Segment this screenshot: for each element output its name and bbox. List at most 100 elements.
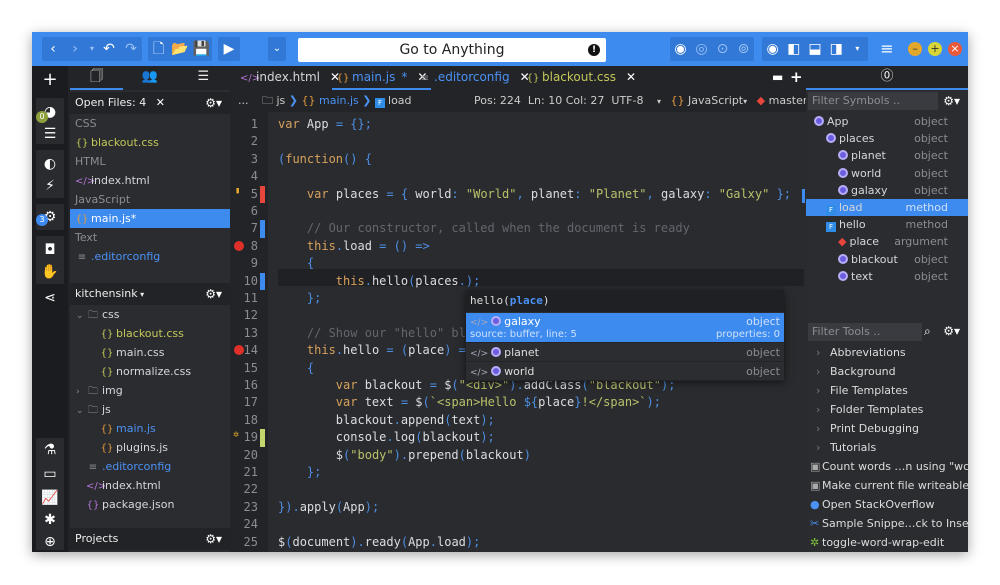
projects-label[interactable]: Projects [75, 532, 118, 545]
code-line[interactable]: // Our constructor, called when the docu… [278, 220, 690, 237]
encoding-dropdown-icon[interactable]: ▾ [657, 97, 661, 106]
lightning-icon[interactable]: ⚡ [36, 176, 64, 196]
breadcrumb-ellipsis[interactable]: ... [238, 94, 249, 107]
toolbox-item[interactable]: ✂ Sample Snippe…ck to Insert [806, 514, 968, 533]
code-line[interactable]: $("body").prepend(blackout) [278, 447, 531, 464]
tree-item[interactable]: {} normalize.css [70, 362, 230, 381]
new-tab-icon[interactable]: + [790, 68, 803, 86]
open-folder-icon[interactable]: 📂 [169, 37, 190, 61]
tab-blackoutcss[interactable]: {} blackout.css ✕ [522, 66, 640, 90]
code-line[interactable]: this.load = () => [278, 238, 430, 255]
filter-tools-input[interactable]: Filter Tools .. [808, 323, 922, 341]
tree-item[interactable]: {} plugins.js [70, 438, 230, 457]
tree-item[interactable]: › 🗀 img [70, 381, 230, 400]
breadcrumb-symbol[interactable]: load [388, 94, 412, 107]
redo-icon[interactable]: ↷ [120, 37, 142, 61]
toolbox-item[interactable]: ▣ Make current file writeable [806, 476, 968, 495]
forward-icon[interactable]: › [64, 37, 86, 61]
toolbox-item[interactable]: › Background [806, 362, 968, 381]
add-icon[interactable]: + [36, 70, 64, 90]
toolbox-item[interactable]: › Tutorials [806, 438, 968, 457]
code-line[interactable]: this.hello = (place) => [278, 342, 473, 359]
symbol-item[interactable]: text object [806, 268, 968, 285]
code-line[interactable]: }).apply(App); [278, 499, 379, 516]
tab-database-icon[interactable]: ☰ [177, 66, 230, 90]
undo-icon[interactable]: ↶ [98, 37, 120, 61]
layout-dropdown-icon[interactable]: ▾ [847, 37, 868, 61]
close-all-icon[interactable]: ✕ [156, 96, 165, 109]
editor-gutter[interactable]: 1 2 3 4 5 ▮ 6 7 8 9 10 11 12 13 14 15 16 17 18 19 ✲ 20 21 22 23 2… [232, 112, 268, 552]
tab-editorconfig[interactable]: ≡ .editorconfig ✕ [414, 66, 534, 90]
tree-item[interactable]: {} package.json [70, 495, 230, 514]
save-macro-icon[interactable]: ⊚ [733, 37, 754, 61]
symbol-item[interactable]: planet object [806, 147, 968, 164]
tree-item[interactable]: {} main.js [70, 419, 230, 438]
globe-icon[interactable]: ◐ [36, 154, 64, 174]
close-tab-icon[interactable]: ✕ [626, 70, 636, 84]
toggle-left-pane-icon[interactable]: ◧ [783, 37, 804, 61]
gear-icon[interactable]: ⚙▾ [205, 528, 222, 550]
record-macro-icon[interactable]: ◉ [670, 37, 691, 61]
open-file-item[interactable]: {} main.js* [70, 209, 230, 228]
gear-icon[interactable]: ⚙▾ [943, 94, 960, 108]
share-icon[interactable]: ⋖ [36, 288, 64, 308]
chart-icon[interactable]: 📈 [36, 488, 64, 508]
tab-code-intel-icon[interactable]: ⓪ [806, 66, 968, 88]
toolbox-item[interactable]: › Print Debugging [806, 419, 968, 438]
tab-options-icon[interactable]: ▬ [772, 70, 783, 84]
new-file-icon[interactable]: 🗋 [148, 37, 169, 61]
code-line[interactable]: { [278, 255, 314, 272]
outline-icon[interactable]: ☰ [36, 124, 64, 144]
toolbox-item[interactable]: ▣ Count words …n using "wc" [806, 457, 968, 476]
hand-icon[interactable]: ✋ [36, 262, 64, 282]
maximize-button[interactable]: + [928, 42, 942, 56]
go-to-anything-input[interactable]: Go to Anything ! [298, 38, 606, 62]
toolbox-item[interactable]: › Abbreviations [806, 343, 968, 362]
symbol-item[interactable]: galaxy object [806, 182, 968, 199]
tab-collaboration-icon[interactable]: 👥 [123, 66, 176, 90]
back-icon[interactable]: ‹ [42, 37, 64, 61]
minimize-button[interactable]: – [908, 42, 922, 56]
filter-symbols-input[interactable]: Filter Symbols .. [808, 92, 938, 110]
code-line[interactable]: blackout.append(text); [278, 412, 495, 429]
gear-icon[interactable]: ⚙▾ [205, 283, 222, 305]
warning-icon[interactable]: ! [588, 44, 600, 56]
web-icon[interactable]: ⊕ [36, 532, 64, 552]
tree-item[interactable]: </>index.html [70, 476, 230, 495]
toolbox-item[interactable]: ✲ toggle-word-wrap-edit [806, 533, 968, 552]
autocomplete-item[interactable]: </> planet object [466, 344, 784, 362]
tree-item[interactable]: ⌄ 🗀 js [70, 400, 230, 419]
tree-item[interactable]: ⌄ 🗀 css [70, 305, 230, 324]
play-macro-icon[interactable]: ⊙ [712, 37, 733, 61]
autocomplete-item[interactable]: </> world object [466, 363, 784, 381]
code-line[interactable]: this.hello(places.); [278, 273, 481, 290]
flask-icon[interactable]: ⚗ [36, 440, 64, 460]
code-line[interactable]: var text = $(`<span>Hello ${place}!</spa… [278, 394, 661, 411]
search-icon[interactable]: ⌕ [924, 324, 931, 339]
symbol-item[interactable]: blackout object [806, 251, 968, 268]
breadcrumb-folder[interactable]: js [277, 94, 286, 107]
code-line[interactable]: }; [278, 464, 321, 481]
code-line[interactable]: $(document).ready(App.load); [278, 534, 480, 551]
open-file-item[interactable]: {} blackout.css [70, 133, 230, 152]
code-line[interactable]: (function() { [278, 151, 372, 168]
tab-places-icon[interactable]: 🗍 [70, 66, 124, 90]
gear-icon[interactable]: ⚙▾ [943, 324, 960, 338]
symbol-item[interactable]: places object [806, 130, 968, 147]
open-file-item[interactable]: </>index.html [70, 171, 230, 190]
layout-icon[interactable]: ◘ [36, 240, 64, 260]
toolbox-item[interactable]: ● Open StackOverflow [806, 495, 968, 514]
bookmark-icon[interactable]: ▮ [235, 186, 240, 196]
breadcrumb-file[interactable]: main.js [319, 94, 359, 107]
gear-icon[interactable]: ⚙▾ [205, 92, 222, 114]
tree-item[interactable]: {} blackout.css [70, 324, 230, 343]
run-icon[interactable]: ▶ [218, 37, 240, 61]
toggle-right-pane-icon[interactable]: ◨ [826, 37, 847, 61]
terminal-icon[interactable]: ▭ [36, 464, 64, 484]
debug-bug-icon[interactable]: ✲ [233, 429, 239, 440]
save-icon[interactable]: 💾 [191, 37, 212, 61]
autocomplete-item[interactable]: </> galaxy object source: buffer, line: 5 pr… [466, 313, 784, 343]
hamburger-menu-icon[interactable]: ≡ [876, 37, 898, 61]
symbol-item[interactable]: ◆ place argument [806, 233, 968, 250]
open-file-item[interactable]: ≡ .editorconfig [70, 247, 230, 266]
